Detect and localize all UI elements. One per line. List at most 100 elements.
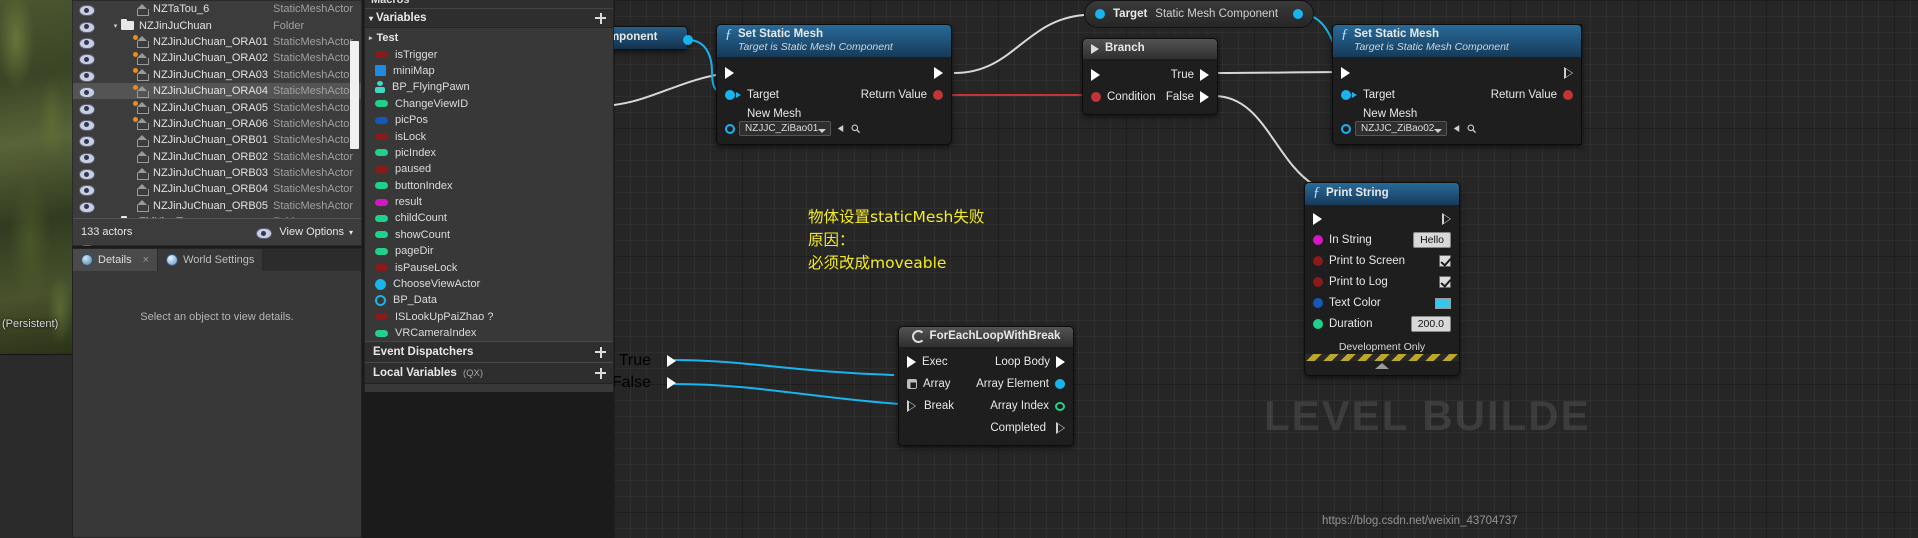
variable-type-pin-bool[interactable] [375,264,388,272]
text-color-pin[interactable] [1313,298,1323,309]
exec-row[interactable] [1305,209,1459,230]
exec-out-pin[interactable] [934,67,943,80]
outliner-row[interactable]: NZJinJuChuan_ORA03 StaticMeshActor [73,67,361,83]
variable-row[interactable]: picIndex [365,145,613,161]
print-to-log-row[interactable]: Print to Log [1305,272,1459,293]
eye-icon[interactable] [79,37,95,49]
variable-type-pin-int[interactable] [375,247,388,255]
outliner-list[interactable]: NZTaTou_6 StaticMeshActor ▾ NZJinJuChuan Fol… [73,1,361,247]
variable-row[interactable]: ChooseViewActor [365,276,613,292]
variable-row[interactable]: result [365,194,613,210]
variable-row[interactable]: childCount [365,210,613,226]
false-exec-pin[interactable] [1200,91,1209,104]
new-mesh-pin[interactable] [725,123,735,134]
variables-section-header[interactable]: ▾ Variables [365,8,613,28]
macros-section-header[interactable]: Macros [365,0,613,8]
exec-loopbody-row[interactable]: Exec Loop Body [899,351,1073,373]
outliner-row[interactable]: NZJinJuChuan_ORA05 StaticMeshActor [73,99,361,115]
eye-icon[interactable] [79,152,95,164]
exec-out-pin[interactable] [1564,67,1573,80]
branch-condition-false-row[interactable]: Condition False [1083,86,1217,108]
bool-true-exec-pin[interactable] [667,355,676,367]
variable-type-pin-pawn[interactable] [375,81,385,94]
outliner-row[interactable]: NZJinJuChuan_ORB05 StaticMeshActor [73,198,361,214]
variable-row[interactable]: paused [365,161,613,177]
node-mesh-component-source[interactable]: sh Component [614,26,693,51]
duration-pin[interactable] [1313,319,1323,330]
outliner-row[interactable]: ▾ NZJinJuChuan Folder [73,17,361,33]
output-object-pin[interactable] [683,35,693,45]
exec-out-pin[interactable] [1442,213,1451,226]
return-value-pin[interactable] [933,90,943,101]
tab-details[interactable]: Details × [73,249,159,271]
variable-row[interactable]: VRCameraIndex [365,325,613,341]
variable-type-pin-int[interactable] [375,149,388,157]
eye-icon[interactable] [79,168,95,181]
variable-category-test[interactable]: ▸ Test [365,30,613,46]
outliner-row[interactable]: NZJinJuChuan_ORA06 StaticMeshActor [73,116,361,132]
variable-type-pin-int[interactable] [375,231,388,239]
variable-type-pin-struct[interactable] [375,116,388,124]
outliner-row[interactable]: NZJinJuChuan_ORB03 StaticMeshActor [73,165,361,181]
outliner-row[interactable]: NZJinJuChuan_ORA01 StaticMeshActor [73,34,361,50]
variable-row[interactable]: BP_FlyingPawn [365,79,613,95]
eye-icon[interactable] [79,70,95,82]
exec-in-pin[interactable] [725,67,734,80]
text-color-swatch[interactable] [1435,297,1451,309]
node-branch[interactable]: Branch True Condition False [1082,38,1218,116]
blueprint-graph-canvas[interactable]: sh Component ƒ Set Static Mesh Target is… [614,0,1918,538]
target-row[interactable]: Target Return Value [717,84,951,106]
variable-type-pin-bool[interactable] [375,313,388,321]
new-mesh-value[interactable]: NZJJC_ZiBao01 [739,121,832,137]
variable-row[interactable]: ISLookUpPaiZhao ? [365,309,613,325]
eye-icon[interactable] [79,4,95,17]
eye-icon[interactable] [79,103,95,115]
add-event-dispatcher-button[interactable] [594,346,607,359]
print-to-screen-pin[interactable] [1313,256,1323,267]
duration-value[interactable]: 200.0 [1410,316,1451,333]
eye-icon[interactable] [79,53,95,66]
reroute-in-pin[interactable] [1095,9,1105,19]
target-input-pin[interactable] [1341,90,1357,101]
expand-arrow-icon[interactable]: ▾ [111,22,120,30]
outliner-row[interactable]: NZJinJuChuan_ORB04 StaticMeshActor [73,181,361,197]
exec-in-pin[interactable] [1091,69,1100,82]
search-asset-icon[interactable] [850,123,861,134]
variable-row[interactable]: buttonIndex [365,178,613,194]
browse-icon[interactable] [835,123,846,134]
collapse-node-icon[interactable] [1375,362,1389,369]
print-to-log-checkbox[interactable] [1439,276,1451,289]
in-string-pin[interactable] [1313,235,1323,246]
browse-icon[interactable] [1451,123,1462,134]
in-string-value[interactable]: Hello [1413,232,1451,249]
eye-icon[interactable] [79,119,95,131]
exec-row[interactable] [1333,62,1581,84]
chevron-down-icon[interactable]: ▾ [369,14,373,23]
variable-type-pin-bool[interactable] [375,51,388,59]
variable-type-pin-object[interactable] [375,278,386,290]
node-for-each-loop-with-break[interactable]: ForEachLoopWithBreak Exec Loop Body Arra… [898,326,1074,447]
array-element-pin[interactable] [1055,379,1065,390]
level-viewport[interactable]: (Persistent) [0,0,72,354]
variable-row[interactable]: pageDir [365,243,613,259]
new-mesh-value[interactable]: NZJJC_ZiBao02 [1355,121,1448,137]
outliner-row[interactable]: NZJinJuChuan_ORB02 StaticMeshActor [73,149,361,165]
completed-exec-pin[interactable] [1056,422,1065,435]
exec-in-pin[interactable] [907,356,916,369]
node-bool-true-pin-group[interactable]: True False [614,350,678,394]
exec-in-pin[interactable] [1313,213,1322,226]
variable-row[interactable]: isLock [365,128,613,144]
variable-type-pin-int[interactable] [375,100,388,108]
reroute-out-pin[interactable] [1293,9,1303,19]
target-row[interactable]: Target Return Value [1333,84,1581,106]
variable-row[interactable]: isPauseLock [365,259,613,275]
variable-row[interactable]: showCount [365,227,613,243]
node-print-string[interactable]: ƒ Print String In String Hello Print to … [1304,182,1460,376]
local-variables-section[interactable]: Local Variables (QX) [365,362,613,384]
node-set-static-mesh-2[interactable]: ƒ Set Static Mesh Target is Static Mesh … [1332,24,1582,146]
close-icon[interactable]: × [143,254,149,266]
break-exec-pin[interactable] [907,400,916,413]
branch-exec-true-row[interactable]: True [1083,64,1217,86]
variable-type-pin-square[interactable] [375,65,386,77]
outliner-row[interactable]: NZTaTou_6 StaticMeshActor [73,1,361,17]
